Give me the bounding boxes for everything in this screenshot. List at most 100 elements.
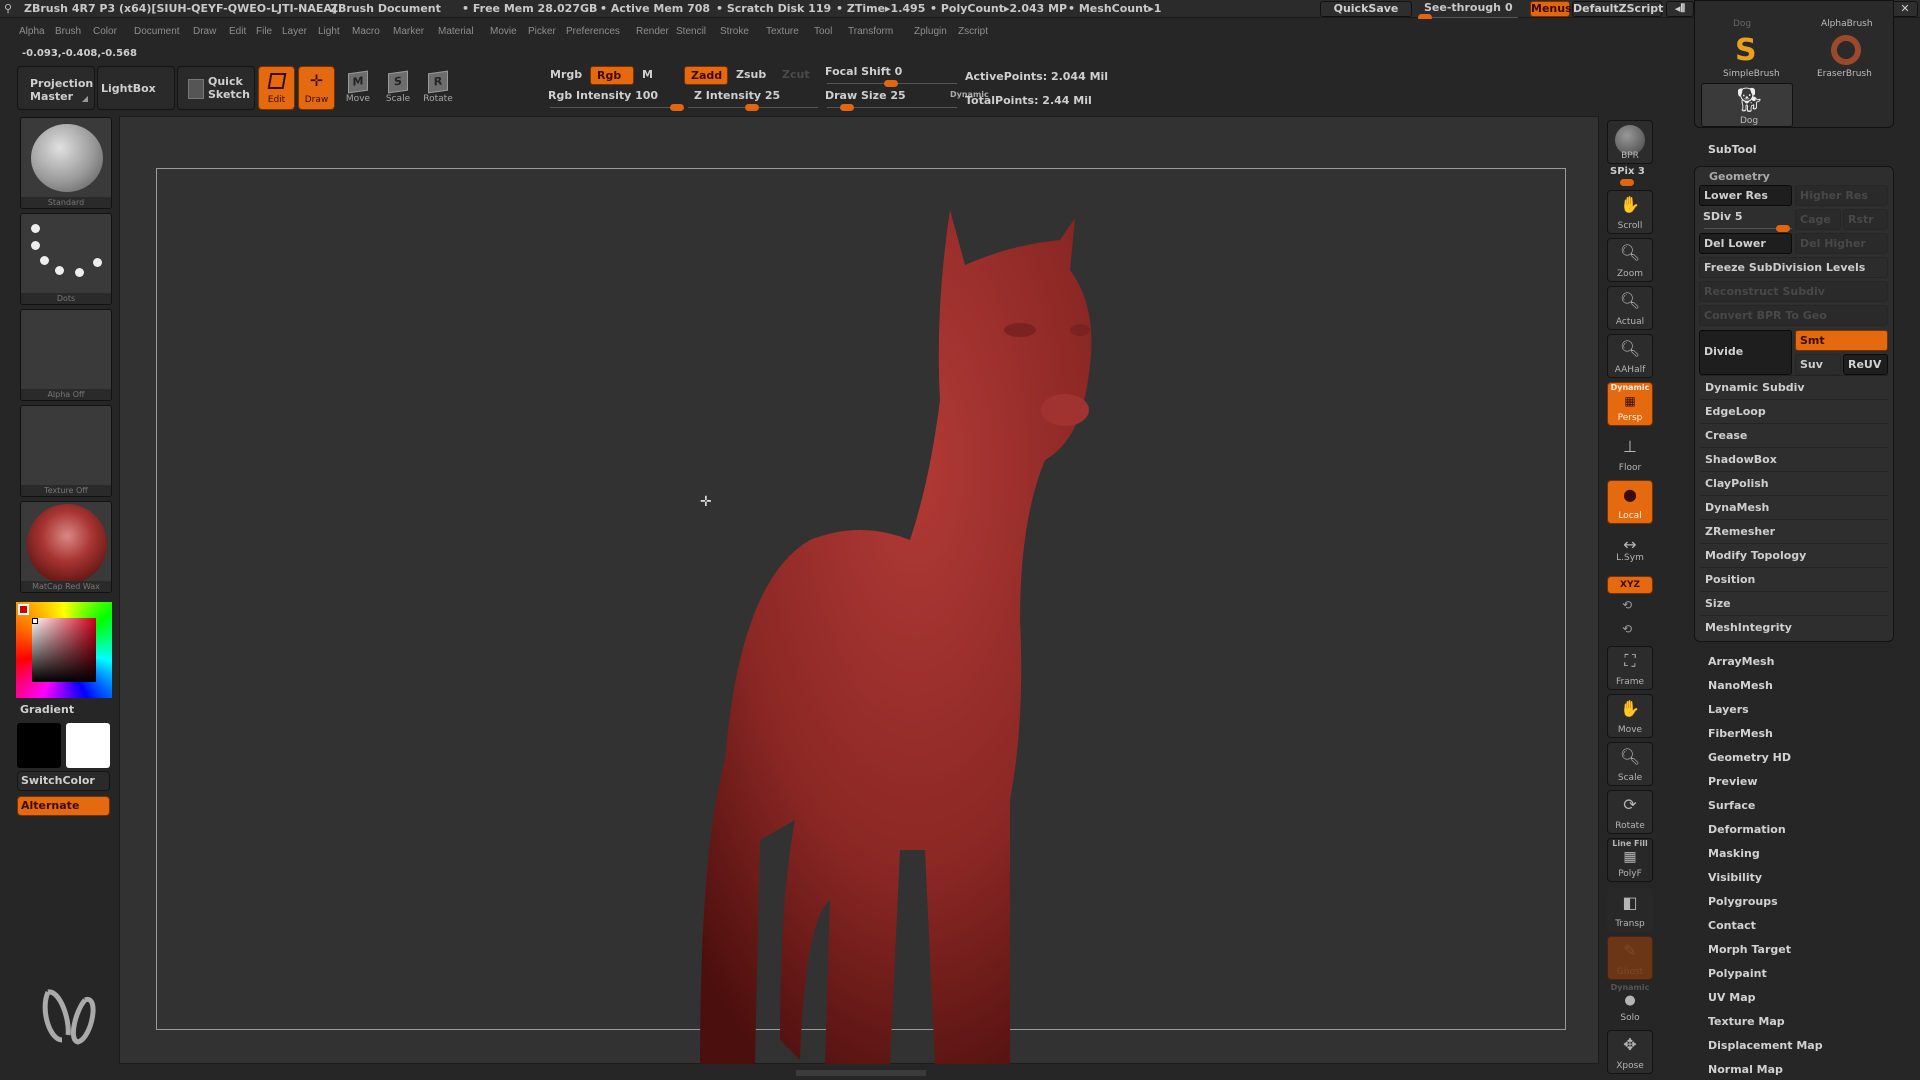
lightbox-button[interactable]: LightBox xyxy=(97,66,175,110)
subtool-section-header[interactable]: SubTool xyxy=(1708,143,1757,156)
eraserbrush-label[interactable]: EraserBrush xyxy=(1817,69,1872,79)
floor-button[interactable]: ⊥ Floor xyxy=(1607,432,1653,476)
menu-movie[interactable]: Movie xyxy=(490,26,517,37)
tool-section-item[interactable]: Layers xyxy=(1708,703,1749,716)
local-button[interactable]: ● Local xyxy=(1607,480,1653,524)
move-button[interactable]: M Move xyxy=(338,66,378,110)
tool-section-item[interactable]: Polygroups xyxy=(1708,895,1778,908)
lower-res-button[interactable]: Lower Res xyxy=(1699,185,1792,206)
eraserbrush-icon[interactable] xyxy=(1831,35,1861,65)
menu-brush[interactable]: Brush xyxy=(55,26,81,37)
rgb-intensity-knob[interactable] xyxy=(670,104,684,111)
ghost-button[interactable]: ✎ Ghost xyxy=(1607,936,1653,980)
actual-button[interactable]: 🔍︎ Actual xyxy=(1607,286,1653,330)
menu-document[interactable]: Document xyxy=(134,26,180,37)
geometry-subitem[interactable]: ShadowBox xyxy=(1700,447,1888,471)
menu-stencil[interactable]: Stencil xyxy=(676,26,706,37)
stroke-thumbnail[interactable]: Dots xyxy=(20,213,112,305)
menu-edit[interactable]: Edit xyxy=(229,26,246,37)
color-square[interactable] xyxy=(32,618,96,682)
quicksave-button[interactable]: QuickSave xyxy=(1320,1,1412,17)
freeze-subdivision-button[interactable]: Freeze SubDivision Levels xyxy=(1699,257,1888,278)
polyf-button[interactable]: Line Fill ▦ PolyF xyxy=(1607,838,1653,882)
menu-macro[interactable]: Macro xyxy=(352,26,380,37)
tool-section-item[interactable]: Preview xyxy=(1708,775,1758,788)
menu-marker[interactable]: Marker xyxy=(393,26,424,37)
aahalf-button[interactable]: 🔍︎ AAHalf xyxy=(1607,334,1653,378)
alpha-thumbnail[interactable]: Alpha Off xyxy=(20,309,112,401)
mrgb-toggle[interactable]: Mrgb xyxy=(544,66,588,85)
edit-button[interactable]: Edit xyxy=(258,66,295,110)
rgb-intensity-slider[interactable] xyxy=(550,107,680,108)
del-lower-button[interactable]: Del Lower xyxy=(1699,233,1792,254)
solo-button[interactable]: Dynamic ● Solo xyxy=(1607,982,1653,1026)
tool-section-item[interactable]: Polypaint xyxy=(1708,967,1767,980)
material-thumbnail[interactable]: MatCap Red Wax xyxy=(20,501,112,593)
brush-thumbnail[interactable]: Standard xyxy=(20,117,112,209)
scale-button[interactable]: S Scale xyxy=(378,66,418,110)
bpr-button[interactable]: BPR xyxy=(1607,120,1653,164)
higher-res-button[interactable]: Higher Res xyxy=(1795,185,1888,206)
menu-tool[interactable]: Tool xyxy=(814,26,832,37)
tool-section-item[interactable]: ArrayMesh xyxy=(1708,655,1774,668)
tool-section-item[interactable]: Geometry HD xyxy=(1708,751,1791,764)
tool-section-item[interactable]: Visibility xyxy=(1708,871,1762,884)
switch-color-button[interactable]: SwitchColor xyxy=(17,771,110,791)
menu-texture[interactable]: Texture xyxy=(766,26,799,37)
divide-button[interactable]: Divide xyxy=(1699,330,1792,375)
tool-section-item[interactable]: NanoMesh xyxy=(1708,679,1773,692)
del-higher-button[interactable]: Del Higher xyxy=(1795,233,1888,254)
menu-picker[interactable]: Picker xyxy=(528,26,556,37)
alternate-button[interactable]: Alternate xyxy=(17,796,110,816)
default-zscript-button[interactable]: DefaultZScript xyxy=(1572,1,1663,17)
menu-zplugin[interactable]: Zplugin xyxy=(914,26,947,37)
focal-shift-knob[interactable] xyxy=(884,80,898,87)
tool-section-item[interactable]: Normal Map xyxy=(1708,1063,1783,1076)
projection-master-button[interactable]: Projection Master ◢ xyxy=(17,66,95,110)
geometry-subitem[interactable]: Size xyxy=(1700,591,1888,615)
quick-sketch-button[interactable]: Quick Sketch xyxy=(177,66,255,110)
tool-thumb-dog-label[interactable]: Dog xyxy=(1733,19,1751,29)
menus-button[interactable]: Menus xyxy=(1530,1,1572,17)
canvas-bottom-scrollbar[interactable] xyxy=(796,1070,926,1076)
menu-light[interactable]: Light xyxy=(318,26,340,37)
menu-alpha[interactable]: Alpha xyxy=(19,26,45,37)
scale-view-button[interactable]: 🔍︎ Scale xyxy=(1607,742,1653,786)
geometry-subitem[interactable]: Position xyxy=(1700,567,1888,591)
menu-material[interactable]: Material xyxy=(438,26,474,37)
rgb-toggle[interactable]: Rgb xyxy=(590,66,634,85)
draw-size-knob[interactable] xyxy=(840,104,854,111)
shrink-tray-left-icon[interactable]: ◂⦀ xyxy=(1666,1,1694,17)
simplebrush-icon[interactable]: S xyxy=(1735,33,1757,68)
tool-section-item[interactable]: FiberMesh xyxy=(1708,727,1773,740)
xyz-rotate-button[interactable]: XYZ xyxy=(1607,576,1653,594)
spix-slider-knob[interactable] xyxy=(1620,179,1634,186)
reuv-button[interactable]: ReUV xyxy=(1843,354,1888,375)
secondary-color-swatch[interactable] xyxy=(66,723,110,768)
scroll-button[interactable]: ✋ Scroll xyxy=(1607,190,1653,234)
geometry-header[interactable]: Geometry xyxy=(1709,170,1770,183)
z-rotate-icon[interactable]: ⟲ xyxy=(1622,622,1632,636)
sdiv-knob[interactable] xyxy=(1776,225,1790,232)
tool-section-item[interactable]: UV Map xyxy=(1708,991,1756,1004)
lsym-button[interactable]: ↔ L.Sym xyxy=(1607,530,1653,566)
menu-draw[interactable]: Draw xyxy=(193,26,216,37)
rotate-view-button[interactable]: ⟳ Rotate xyxy=(1607,790,1653,834)
zoom-button[interactable]: 🔍︎ Zoom xyxy=(1607,238,1653,282)
dog-model[interactable] xyxy=(680,200,1200,1064)
draw-button[interactable]: ✛ Draw xyxy=(298,66,335,110)
tool-section-item[interactable]: Texture Map xyxy=(1708,1015,1785,1028)
menu-zscript[interactable]: Zscript xyxy=(958,26,988,37)
zcut-toggle[interactable]: Zcut xyxy=(776,66,820,85)
zadd-toggle[interactable]: Zadd xyxy=(684,66,728,85)
close-icon[interactable]: ✕ xyxy=(1892,1,1918,17)
tool-section-item[interactable]: Displacement Map xyxy=(1708,1039,1823,1052)
reconstruct-subdiv-button[interactable]: Reconstruct Subdiv xyxy=(1699,281,1888,302)
cage-button[interactable]: Cage xyxy=(1795,209,1841,230)
xpose-button[interactable]: ✥ Xpose xyxy=(1607,1030,1653,1074)
geometry-subitem[interactable]: MeshIntegrity xyxy=(1700,615,1888,639)
move-view-button[interactable]: ✋ Move xyxy=(1607,694,1653,738)
tool-section-item[interactable]: Morph Target xyxy=(1708,943,1791,956)
convert-bpr-button[interactable]: Convert BPR To Geo xyxy=(1699,305,1888,326)
y-rotate-icon[interactable]: ⟲ xyxy=(1622,598,1632,612)
